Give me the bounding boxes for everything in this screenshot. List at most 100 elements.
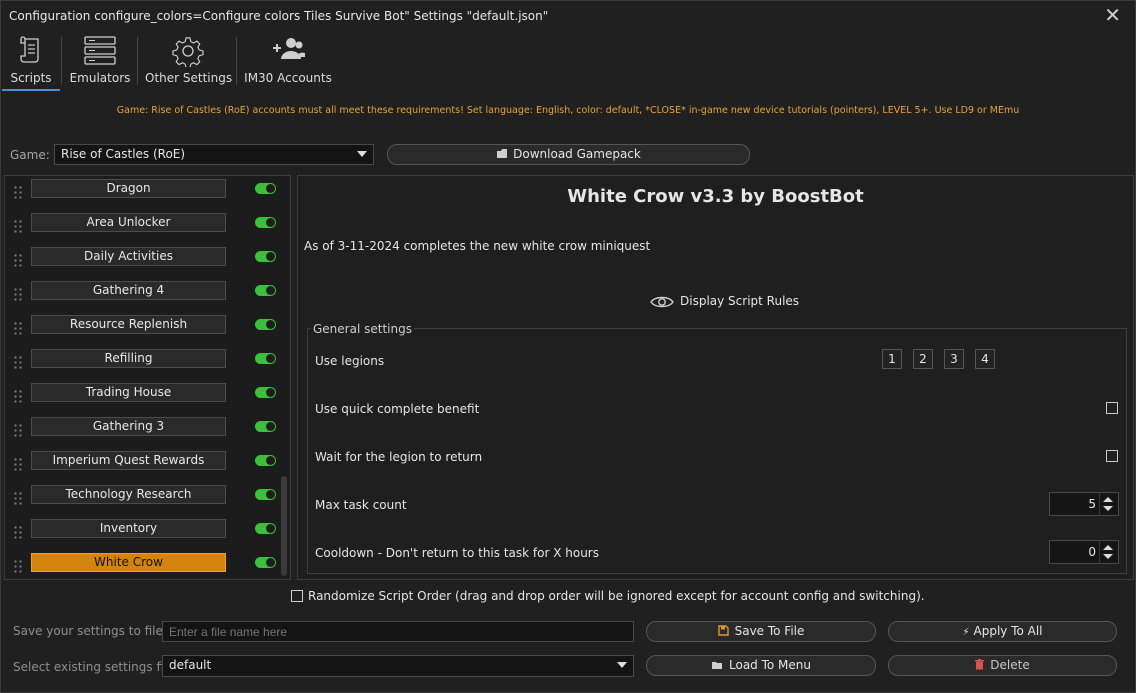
drag-handle-icon[interactable] <box>13 559 23 575</box>
scroll-icon <box>20 36 39 63</box>
delete-button[interactable]: Delete <box>888 655 1117 676</box>
server-icon <box>84 36 116 65</box>
list-item: Gathering 4 <box>5 279 290 313</box>
tab-scripts[interactable]: Scripts <box>2 33 60 91</box>
tab-emulators-label: Emulators <box>69 71 131 85</box>
script-toggle[interactable] <box>255 557 276 568</box>
tab-bar: Scripts Emulators Other Settings IM30 Ac… <box>1 33 1135 91</box>
max-task-stepper[interactable]: 5 <box>1049 492 1119 516</box>
toggle-knob <box>266 354 275 363</box>
title-bar: Configuration configure_colors=Configure… <box>1 1 1135 33</box>
file-name-input[interactable] <box>162 621 634 642</box>
drag-handle-icon[interactable] <box>13 321 23 337</box>
script-button[interactable]: Gathering 3 <box>31 417 226 436</box>
toggle-knob <box>266 184 275 193</box>
tab-divider <box>236 37 237 85</box>
list-item: Imperium Quest Rewards <box>5 449 290 483</box>
drag-handle-icon[interactable] <box>13 219 23 235</box>
script-description: As of 3-11-2024 completes the new white … <box>304 239 651 253</box>
window-title: Configuration configure_colors=Configure… <box>9 9 549 23</box>
settings-file-select[interactable]: default <box>162 655 634 677</box>
script-toggle[interactable] <box>255 183 276 194</box>
script-toggle[interactable] <box>255 251 276 262</box>
eye-icon <box>650 296 674 307</box>
max-task-label: Max task count <box>315 498 407 512</box>
cooldown-label: Cooldown - Don't return to this task for… <box>315 546 599 560</box>
wait-return-checkbox[interactable] <box>1106 450 1118 462</box>
script-button[interactable]: Technology Research <box>31 485 226 504</box>
apply-to-all-button[interactable]: ⚡ Apply To All <box>888 621 1117 642</box>
tab-divider <box>61 37 62 85</box>
randomize-checkbox[interactable] <box>291 589 303 602</box>
load-to-menu-button[interactable]: Load To Menu <box>646 655 876 676</box>
script-toggle[interactable] <box>255 285 276 296</box>
users-add-icon <box>273 38 305 59</box>
increment-icon[interactable] <box>1103 545 1113 550</box>
script-toggle[interactable] <box>255 387 276 398</box>
script-button[interactable]: Trading House <box>31 383 226 402</box>
apply-to-all-label: Apply To All <box>973 624 1043 638</box>
toggle-knob <box>266 252 275 261</box>
game-select[interactable]: Rise of Castles (RoE) <box>54 144 374 165</box>
legion-3-button[interactable]: 3 <box>944 349 964 369</box>
wait-return-label: Wait for the legion to return <box>315 450 483 464</box>
script-button[interactable]: Gathering 4 <box>31 281 226 300</box>
delete-label: Delete <box>990 658 1030 672</box>
increment-icon[interactable] <box>1103 497 1113 502</box>
list-item: Refilling <box>5 347 290 381</box>
legion-2-button[interactable]: 2 <box>913 349 933 369</box>
close-icon[interactable]: ✕ <box>1104 5 1121 25</box>
tab-other-settings[interactable]: Other Settings <box>145 33 232 89</box>
script-button[interactable]: Daily Activities <box>31 247 226 266</box>
legion-1-button[interactable]: 1 <box>882 349 902 369</box>
toggle-knob <box>266 218 275 227</box>
drag-handle-icon[interactable] <box>13 423 23 439</box>
toggle-knob <box>266 286 275 295</box>
display-script-rules-label: Display Script Rules <box>680 294 800 308</box>
script-toggle[interactable] <box>255 353 276 364</box>
script-button[interactable]: Imperium Quest Rewards <box>31 451 226 470</box>
quick-complete-checkbox[interactable] <box>1106 402 1118 414</box>
toggle-knob <box>266 388 275 397</box>
decrement-icon[interactable] <box>1103 506 1113 511</box>
toggle-knob <box>266 422 275 431</box>
script-toggle[interactable] <box>255 523 276 534</box>
download-gamepack-label: Download Gamepack <box>513 147 641 161</box>
script-toggle[interactable] <box>255 455 276 466</box>
drag-handle-icon[interactable] <box>13 185 23 201</box>
script-toggle[interactable] <box>255 421 276 432</box>
drag-handle-icon[interactable] <box>13 491 23 507</box>
randomize-order-option[interactable]: Randomize Script Order (drag and drop or… <box>291 589 925 603</box>
tab-emulators[interactable]: Emulators <box>67 33 133 89</box>
general-settings-group: General settings Use legions 1 2 3 4 Use… <box>307 322 1127 574</box>
drag-handle-icon[interactable] <box>13 287 23 303</box>
drag-handle-icon[interactable] <box>13 355 23 371</box>
list-item: Technology Research <box>5 483 290 517</box>
legion-4-button[interactable]: 4 <box>975 349 995 369</box>
script-button-selected[interactable]: White Crow <box>31 553 226 572</box>
drag-handle-icon[interactable] <box>13 389 23 405</box>
list-item: Area Unlocker <box>5 211 290 245</box>
script-list-scrollbar[interactable] <box>279 176 289 579</box>
script-toggle[interactable] <box>255 217 276 228</box>
decrement-icon[interactable] <box>1103 554 1113 559</box>
cooldown-stepper[interactable]: 0 <box>1049 540 1119 564</box>
script-button[interactable]: Inventory <box>31 519 226 538</box>
script-button[interactable]: Resource Replenish <box>31 315 226 334</box>
script-toggle[interactable] <box>255 489 276 500</box>
tab-im30-accounts-label: IM30 Accounts <box>244 71 332 85</box>
drag-handle-icon[interactable] <box>13 457 23 473</box>
general-settings-legend: General settings <box>311 322 414 336</box>
save-to-file-button[interactable]: Save To File <box>646 621 876 642</box>
drag-handle-icon[interactable] <box>13 525 23 541</box>
script-button[interactable]: Refilling <box>31 349 226 368</box>
tab-im30-accounts[interactable]: IM30 Accounts <box>243 33 333 89</box>
script-button[interactable]: Dragon <box>31 179 226 198</box>
stepper-divider <box>1099 493 1100 515</box>
download-gamepack-button[interactable]: Download Gamepack <box>387 144 750 165</box>
display-script-rules-button[interactable]: Display Script Rules <box>650 294 799 309</box>
script-button[interactable]: Area Unlocker <box>31 213 226 232</box>
script-toggle[interactable] <box>255 319 276 330</box>
drag-handle-icon[interactable] <box>13 253 23 269</box>
scrollbar-thumb[interactable] <box>281 476 287 576</box>
